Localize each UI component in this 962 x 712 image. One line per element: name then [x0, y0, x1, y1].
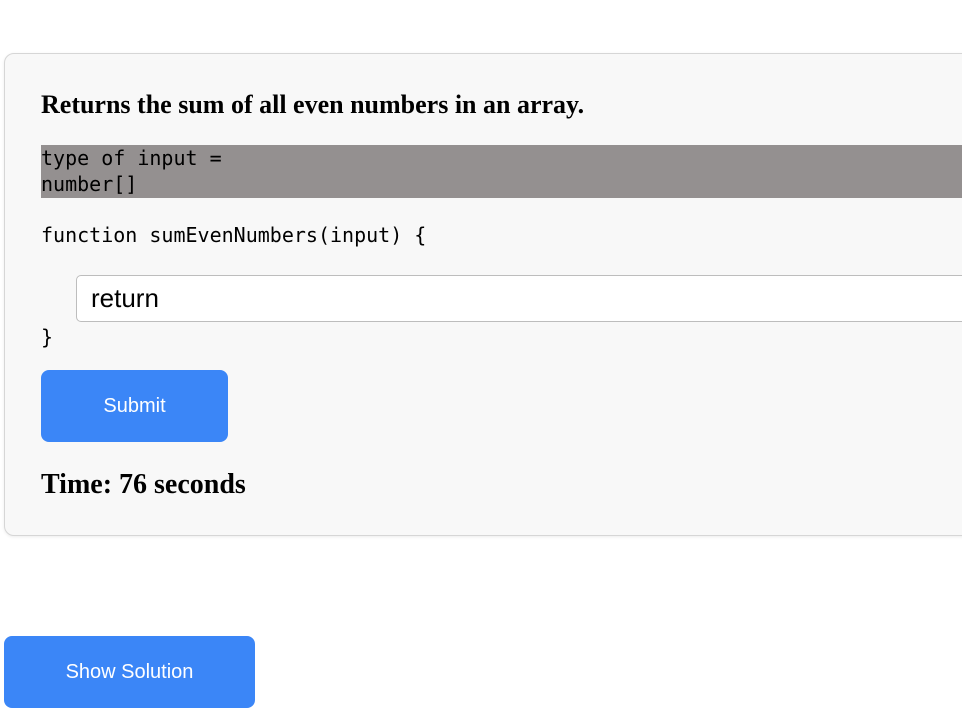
- challenge-card: Returns the sum of all even numbers in a…: [4, 53, 962, 536]
- timer-text: Time: 76 seconds: [41, 469, 246, 500]
- input-type-box: type of input = number[]: [41, 145, 962, 198]
- problem-title: Returns the sum of all even numbers in a…: [41, 90, 585, 119]
- function-signature: function sumEvenNumbers(input) {: [41, 223, 427, 247]
- input-type-line: number[]: [41, 172, 138, 196]
- submit-button[interactable]: Submit: [41, 370, 228, 442]
- show-solution-button[interactable]: Show Solution: [4, 636, 255, 708]
- input-type-line: type of input =: [41, 146, 222, 170]
- closing-brace: }: [41, 325, 54, 349]
- answer-input[interactable]: [76, 275, 962, 322]
